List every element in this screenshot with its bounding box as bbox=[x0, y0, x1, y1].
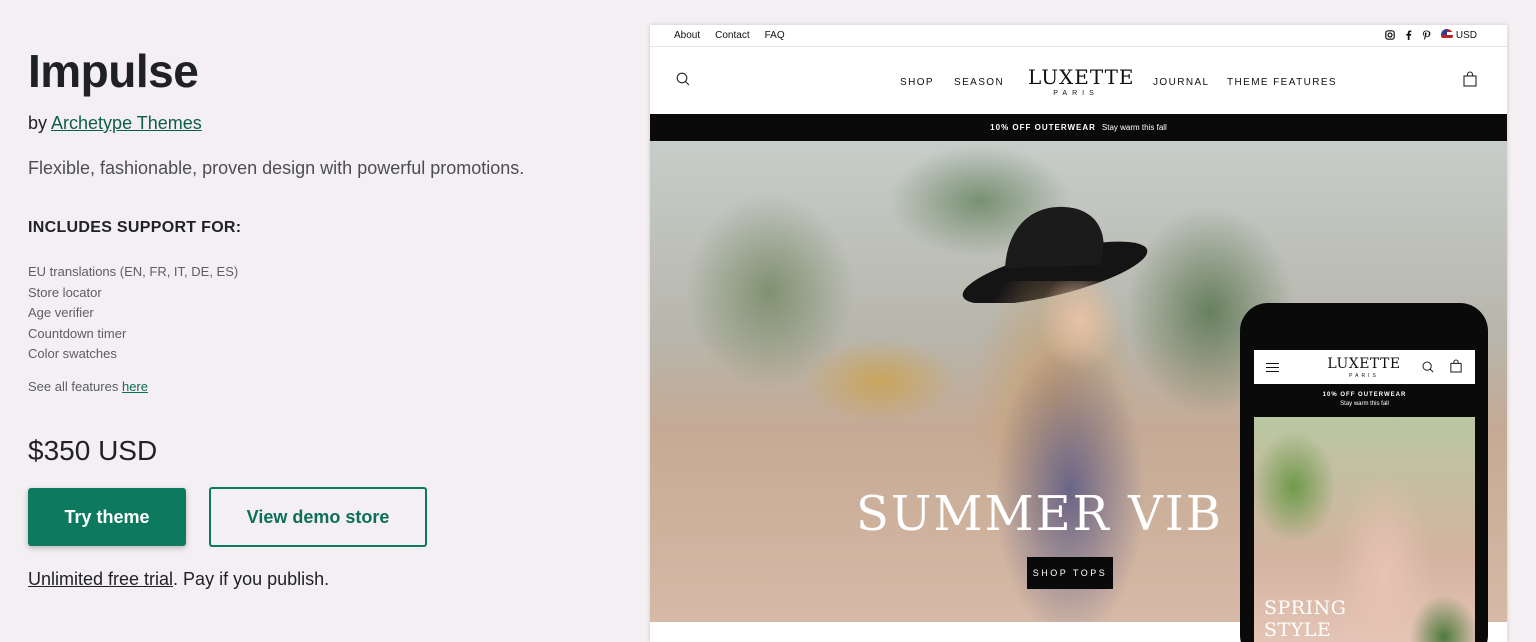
preview-nav: SHOP SEASON LUXETTE PARIS JOURNAL THEME … bbox=[650, 47, 1507, 114]
pinterest-icon bbox=[1422, 30, 1431, 40]
phone-logo-text: LUXETTE bbox=[1327, 356, 1401, 372]
hero-headline: SUMMER VIB bbox=[856, 486, 1223, 542]
feature-item: Color swatches bbox=[28, 346, 117, 361]
promo-bar: 10% OFF OUTERWEAR Stay warm this fall bbox=[650, 114, 1507, 141]
us-flag-icon bbox=[1440, 29, 1453, 41]
store-logo: LUXETTE PARIS bbox=[1028, 65, 1135, 97]
logo-subtext: PARIS bbox=[1053, 90, 1099, 97]
promo-text: Stay warm this fall bbox=[1101, 123, 1167, 132]
shop-tops-button: SHOP TOPS bbox=[1027, 557, 1113, 589]
utility-social: USD bbox=[1385, 29, 1477, 41]
currency-label: USD bbox=[1455, 29, 1477, 41]
nav-link-season: SEASON bbox=[954, 77, 1005, 88]
page-title: Impulse bbox=[28, 45, 199, 97]
byline-prefix: by bbox=[28, 113, 48, 133]
support-heading: INCLUDES SUPPORT FOR: bbox=[28, 219, 242, 236]
hamburger-menu-icon bbox=[1266, 363, 1279, 375]
feature-list: EU translations (EN, FR, IT, DE, ES) Sto… bbox=[28, 262, 238, 365]
phone-cart-icon bbox=[1450, 359, 1462, 373]
util-link-faq: FAQ bbox=[764, 30, 785, 41]
nav-link-journal: JOURNAL bbox=[1153, 77, 1210, 88]
price: $350 USD bbox=[28, 435, 158, 466]
see-all-features: See all features here bbox=[28, 379, 148, 394]
phone-hero-headline: SPRING STYLE bbox=[1264, 597, 1347, 641]
feature-item: Store locator bbox=[28, 284, 102, 300]
search-icon bbox=[676, 72, 690, 86]
phone-promo-text: Stay warm this fall bbox=[1340, 401, 1389, 407]
phone-screen: LUXETTE PARIS 10% OFF OUTERWEAR Stay war… bbox=[1254, 350, 1475, 642]
promo-bold: 10% OFF OUTERWEAR bbox=[990, 123, 1096, 132]
nav-link-shop: SHOP bbox=[900, 77, 934, 88]
tagline: Flexible, fashionable, proven design wit… bbox=[28, 158, 525, 178]
phone-logo-subtext: PARIS bbox=[1349, 373, 1379, 379]
author-link[interactable]: Archetype Themes bbox=[51, 113, 202, 133]
logo-text: LUXETTE bbox=[1028, 65, 1135, 89]
try-theme-button[interactable]: Try theme bbox=[28, 488, 186, 546]
feature-item: Countdown timer bbox=[28, 325, 127, 341]
feature-item: EU translations (EN, FR, IT, DE, ES) bbox=[28, 264, 239, 279]
mobile-preview: LUXETTE PARIS 10% OFF OUTERWEAR Stay war… bbox=[1240, 303, 1488, 642]
phone-nav: LUXETTE PARIS bbox=[1254, 350, 1475, 384]
phone-logo: LUXETTE PARIS bbox=[1324, 356, 1404, 379]
cart-icon bbox=[1463, 71, 1477, 87]
instagram-icon bbox=[1385, 30, 1395, 40]
facebook-icon bbox=[1406, 30, 1412, 40]
phone-search-icon bbox=[1422, 361, 1434, 373]
trial-suffix: . Pay if you publish. bbox=[173, 569, 330, 589]
utility-bar: About Contact FAQ USD bbox=[650, 25, 1507, 47]
util-link-about: About bbox=[674, 30, 701, 41]
trial-note: Unlimited free trial. Pay if you publish… bbox=[28, 569, 329, 590]
see-all-features-link[interactable]: here bbox=[122, 379, 148, 394]
nav-link-theme-features: THEME FEATURES bbox=[1227, 77, 1337, 88]
free-trial-link[interactable]: Unlimited free trial bbox=[28, 569, 173, 589]
feature-item: Age verifier bbox=[28, 305, 94, 320]
util-link-contact: Contact bbox=[715, 30, 750, 41]
phone-promo-bold: 10% OFF OUTERWEAR bbox=[1322, 392, 1407, 398]
see-all-prefix: See all features bbox=[28, 379, 119, 394]
view-demo-store-button[interactable]: View demo store bbox=[209, 487, 427, 547]
utility-links: About Contact FAQ bbox=[674, 30, 785, 41]
byline: by Archetype Themes bbox=[28, 113, 202, 134]
phone-hero-image: SPRING STYLE bbox=[1254, 417, 1475, 642]
phone-promo-bar: 10% OFF OUTERWEAR Stay warm this fall bbox=[1254, 384, 1475, 417]
